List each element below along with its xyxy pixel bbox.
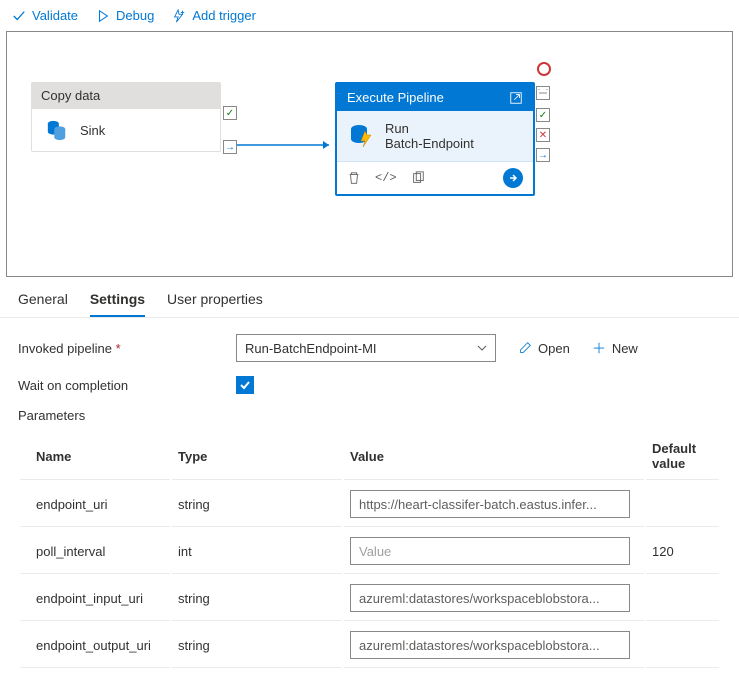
success-port-icon[interactable]: ✓ [223, 106, 237, 120]
execute-pipeline-body: Run Batch-Endpoint [337, 111, 533, 161]
validate-button[interactable]: Validate [12, 8, 78, 23]
completion-port-icon[interactable]: → [536, 148, 550, 162]
tab-user-properties[interactable]: User properties [167, 291, 263, 317]
table-row: endpoint_input_uristring azureml:datastor… [20, 576, 719, 621]
param-value-cell: https://heart-classifer-batch.eastus.inf… [344, 482, 644, 527]
param-value-input[interactable]: Value [350, 537, 630, 565]
param-name: endpoint_input_uri [20, 576, 170, 621]
wait-on-completion-row: Wait on completion [18, 376, 721, 394]
col-default: Default value [646, 433, 719, 480]
settings-form: Invoked pipeline * Run-BatchEndpoint-MI … [0, 318, 739, 686]
plus-icon [592, 341, 606, 355]
code-icon[interactable]: </> [375, 171, 397, 185]
table-header-row: Name Type Value Default value [20, 433, 719, 480]
exec-line1: Run [385, 121, 474, 136]
debug-label: Debug [116, 8, 154, 23]
param-value-cell: azureml:datastores/workspaceblobstora... [344, 576, 644, 621]
open-label: Open [538, 341, 570, 356]
tab-general[interactable]: General [18, 291, 68, 317]
param-type: int [172, 529, 342, 574]
new-label: New [612, 341, 638, 356]
run-arrow-button[interactable] [503, 168, 523, 188]
property-tabs: General Settings User properties [0, 281, 739, 318]
chevron-down-icon [477, 343, 487, 353]
debug-button[interactable]: Debug [96, 8, 154, 23]
col-value: Value [344, 433, 644, 480]
parameters-table: Name Type Value Default value endpoint_u… [18, 431, 721, 670]
validate-label: Validate [32, 8, 78, 23]
pipeline-canvas[interactable]: Copy data Sink ✓ → Execute Pipeline Run … [6, 31, 733, 277]
wait-checkbox[interactable] [236, 376, 254, 394]
pencil-icon [518, 341, 532, 355]
check-icon [12, 9, 26, 23]
trash-icon[interactable] [347, 171, 361, 185]
parameters-label: Parameters [18, 408, 721, 423]
col-type: Type [172, 433, 342, 480]
col-name: Name [20, 433, 170, 480]
invoked-pipeline-value: Run-BatchEndpoint-MI [245, 341, 377, 356]
copy-icon[interactable] [411, 171, 425, 185]
tab-settings[interactable]: Settings [90, 291, 145, 317]
param-default [646, 576, 719, 621]
param-default [646, 482, 719, 527]
execute-pipeline-activity[interactable]: Execute Pipeline Run Batch-Endpoint </> … [335, 82, 535, 196]
param-name: poll_interval [20, 529, 170, 574]
pipeline-run-icon [349, 121, 375, 147]
param-value-input[interactable]: azureml:datastores/workspaceblobstora... [350, 584, 630, 612]
invoked-pipeline-label: Invoked pipeline * [18, 341, 236, 356]
table-row: endpoint_uristring https://heart-classife… [20, 482, 719, 527]
copy-data-title: Copy data [31, 82, 221, 109]
execute-pipeline-header: Execute Pipeline [337, 84, 533, 111]
param-type: string [172, 482, 342, 527]
open-button[interactable]: Open [518, 341, 570, 356]
copy-data-body: Sink [31, 109, 221, 152]
database-icon [46, 119, 68, 141]
invoked-pipeline-row: Invoked pipeline * Run-BatchEndpoint-MI … [18, 334, 721, 362]
error-indicator-icon [537, 62, 551, 76]
param-value-input[interactable]: https://heart-classifer-batch.eastus.inf… [350, 490, 630, 518]
param-type: string [172, 576, 342, 621]
collapse-port-icon[interactable] [536, 86, 550, 100]
copy-data-activity[interactable]: Copy data Sink ✓ → [31, 82, 221, 152]
external-link-icon[interactable] [509, 91, 523, 105]
param-value-cell: Value [344, 529, 644, 574]
new-button[interactable]: New [592, 341, 638, 356]
invoked-pipeline-select[interactable]: Run-BatchEndpoint-MI [236, 334, 496, 362]
table-row: endpoint_output_uristring azureml:datasto… [20, 623, 719, 668]
execute-pipeline-title: Execute Pipeline [347, 90, 444, 105]
param-default: 120 [646, 529, 719, 574]
lightning-plus-icon [172, 9, 186, 23]
execute-pipeline-text: Run Batch-Endpoint [385, 121, 474, 151]
check-icon [239, 379, 251, 391]
param-type: string [172, 623, 342, 668]
failure-port-icon[interactable]: ✕ [536, 128, 550, 142]
output-port-icon[interactable]: → [223, 140, 237, 154]
play-icon [96, 9, 110, 23]
connector-arrow-icon [237, 137, 335, 157]
table-row: poll_intervalint Value 120 [20, 529, 719, 574]
param-name: endpoint_uri [20, 482, 170, 527]
exec-line2: Batch-Endpoint [385, 136, 474, 151]
execute-pipeline-footer: </> [337, 161, 533, 194]
param-value-cell: azureml:datastores/workspaceblobstora... [344, 623, 644, 668]
add-trigger-label: Add trigger [192, 8, 256, 23]
arrow-right-icon [508, 173, 518, 183]
success-port-icon[interactable]: ✓ [536, 108, 550, 122]
param-default [646, 623, 719, 668]
param-value-input[interactable]: azureml:datastores/workspaceblobstora... [350, 631, 630, 659]
wait-label: Wait on completion [18, 378, 236, 393]
copy-data-subtitle: Sink [80, 123, 105, 138]
add-trigger-button[interactable]: Add trigger [172, 8, 256, 23]
toolbar: Validate Debug Add trigger [0, 0, 739, 31]
param-name: endpoint_output_uri [20, 623, 170, 668]
